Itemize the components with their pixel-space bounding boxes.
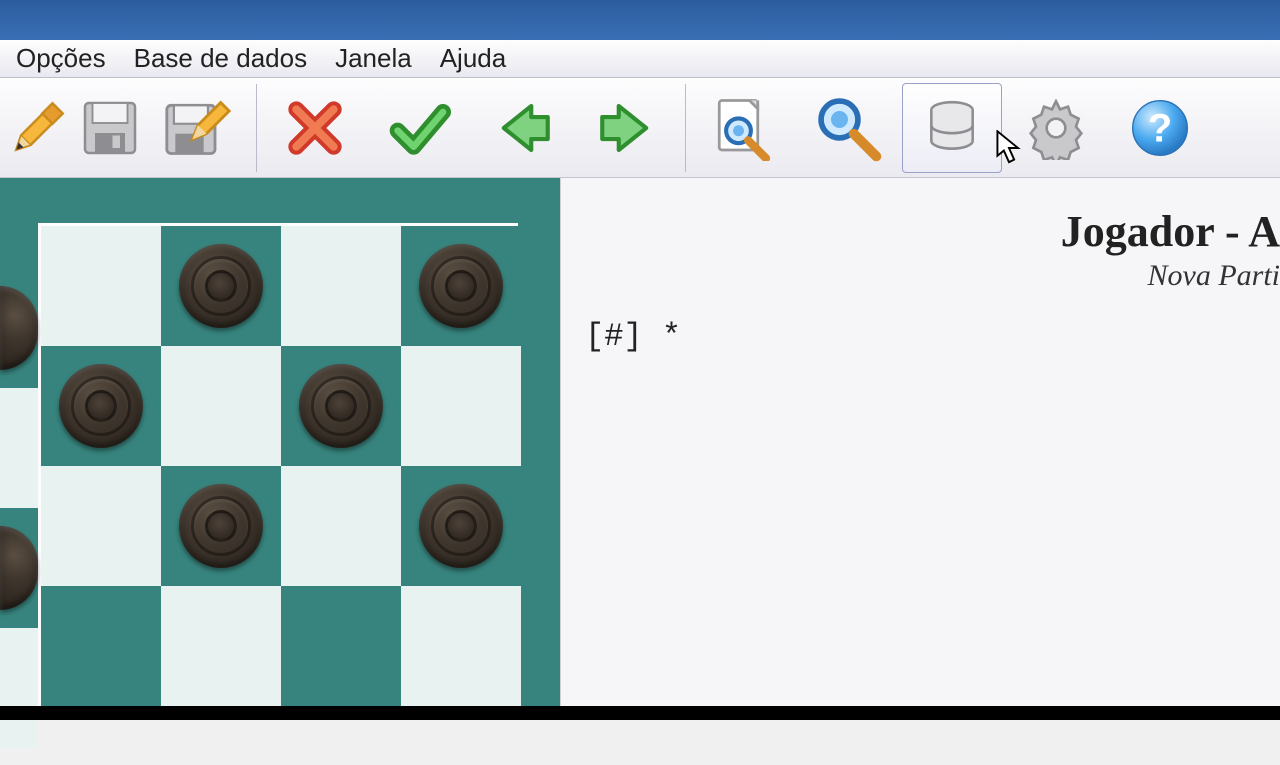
toolbar-separator: [685, 84, 686, 172]
toolbar-separator: [256, 84, 257, 172]
gear-icon: [1024, 96, 1088, 160]
letterbox-bottom: [0, 706, 1280, 720]
game-subtitle: Nova Parti: [1061, 259, 1280, 293]
checker-piece[interactable]: [0, 526, 38, 610]
floppy-pencil-icon: [164, 94, 232, 162]
player-title: Jogador - A: [1061, 206, 1280, 257]
checker-piece[interactable]: [179, 484, 263, 568]
board-square[interactable]: [281, 586, 401, 706]
board-square[interactable]: [41, 226, 161, 346]
checker-piece[interactable]: [179, 244, 263, 328]
checker-piece[interactable]: [0, 286, 38, 370]
board-square[interactable]: [161, 586, 281, 706]
window-titlebar: [0, 0, 1280, 40]
board-square[interactable]: [41, 586, 161, 706]
board-square[interactable]: [41, 466, 161, 586]
board-square[interactable]: [401, 226, 521, 346]
menu-options[interactable]: Opções: [2, 41, 120, 76]
content-area: Jogador - A Nova Parti [#] *: [0, 178, 1280, 720]
new-button[interactable]: [4, 83, 72, 173]
checker-piece[interactable]: [419, 244, 503, 328]
arrow-left-icon: [490, 95, 556, 161]
back-button[interactable]: [473, 83, 573, 173]
board-square[interactable]: [401, 466, 521, 586]
menu-help[interactable]: Ajuda: [426, 41, 521, 76]
board-square[interactable]: [161, 466, 281, 586]
board-square[interactable]: [401, 586, 521, 706]
pencil-icon: [9, 99, 67, 157]
board-square[interactable]: [281, 346, 401, 466]
move-notation: [#] *: [585, 318, 1280, 355]
svg-text:?: ?: [1148, 106, 1172, 150]
menu-bar: Opções Base de dados Janela Ajuda: [0, 40, 1280, 78]
board-square[interactable]: [161, 226, 281, 346]
magnifier-icon: [814, 94, 882, 162]
green-check-icon: [387, 96, 451, 160]
search-document-button[interactable]: [694, 83, 794, 173]
save-button[interactable]: [76, 83, 144, 173]
menu-database[interactable]: Base de dados: [120, 41, 321, 76]
checker-piece[interactable]: [59, 364, 143, 448]
help-icon: ?: [1128, 96, 1192, 160]
help-button[interactable]: ?: [1110, 83, 1210, 173]
board-square[interactable]: [281, 466, 401, 586]
search-page-icon: [711, 95, 777, 161]
settings-button[interactable]: [1006, 83, 1106, 173]
board-square[interactable]: [401, 346, 521, 466]
checkers-board[interactable]: [41, 226, 515, 706]
checker-piece[interactable]: [419, 484, 503, 568]
database-icon: [921, 97, 983, 159]
database-button[interactable]: [902, 83, 1002, 173]
board-square[interactable]: [161, 346, 281, 466]
cancel-button[interactable]: [265, 83, 365, 173]
menu-window[interactable]: Janela: [321, 41, 426, 76]
floppy-icon: [80, 98, 140, 158]
info-panel: Jogador - A Nova Parti [#] *: [560, 178, 1280, 720]
board-panel: [0, 178, 560, 720]
board-square[interactable]: [41, 346, 161, 466]
search-button[interactable]: [798, 83, 898, 173]
save-edit-button[interactable]: [148, 83, 248, 173]
red-x-icon: [283, 96, 347, 160]
arrow-right-icon: [594, 95, 660, 161]
board-square[interactable]: [281, 226, 401, 346]
forward-button[interactable]: [577, 83, 677, 173]
toolbar: ?: [0, 78, 1280, 178]
checker-piece[interactable]: [299, 364, 383, 448]
accept-button[interactable]: [369, 83, 469, 173]
